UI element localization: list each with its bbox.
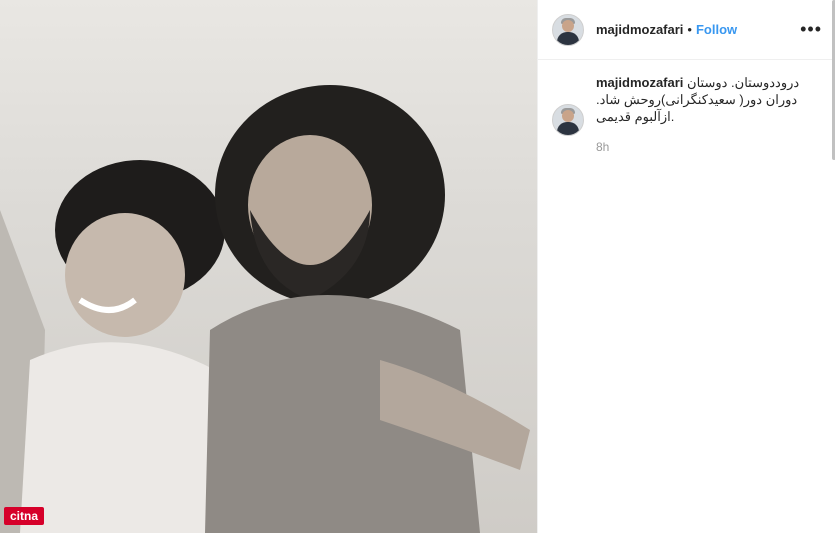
separator-dot: • [687, 22, 692, 37]
caption-line-1: دروددوستان. دوستان [687, 75, 800, 90]
avatar[interactable] [552, 13, 584, 46]
post-photo-image [0, 85, 530, 533]
caption-line-2: دوران دور( سعیدکنگرانی)روحش شاد. [596, 92, 798, 107]
caption-comment: majidmozafari دروددوستان. دوستان دوران د… [538, 60, 835, 156]
follow-button[interactable]: Follow [696, 22, 737, 37]
post-header: majidmozafari • Follow ••• [538, 0, 835, 60]
caption-avatar[interactable] [552, 104, 584, 136]
username-link[interactable]: majidmozafari [596, 22, 683, 37]
more-icon[interactable]: ••• [800, 19, 822, 40]
post-timestamp[interactable]: 8h [596, 139, 816, 156]
post-photo[interactable]: citna [0, 0, 537, 533]
caption-text: majidmozafari دروددوستان. دوستان دوران د… [596, 74, 816, 156]
post-side-panel: majidmozafari • Follow ••• majidmozafari… [537, 0, 835, 533]
citna-logo: citna [4, 507, 44, 525]
caption-username[interactable]: majidmozafari [596, 75, 683, 90]
caption-line-3: .ازآلبوم قدیمی [596, 109, 675, 124]
